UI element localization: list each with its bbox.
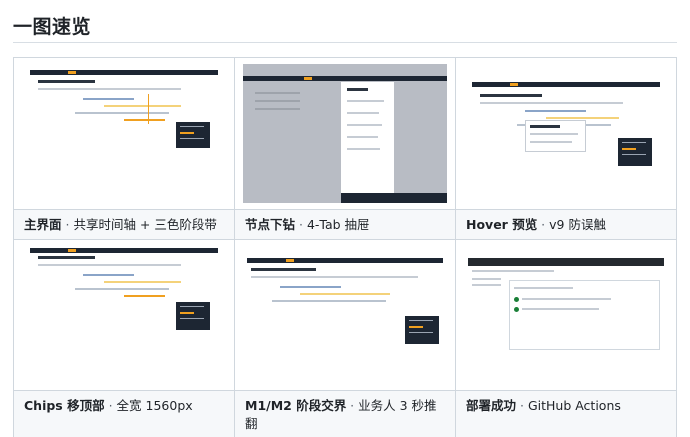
- caption-main-view: 主界面 · 共享时间轴 + 三色阶段带: [13, 209, 235, 240]
- thumbnail-deploy-success-cell: [455, 239, 677, 391]
- caption-hover-preview: Hover 预览 · v9 防误触: [455, 209, 677, 240]
- screenshot-gallery-table: 主界面 · 共享时间轴 + 三色阶段带 节点下钻 · 4-Tab 抽屉 Hove…: [13, 57, 677, 437]
- thumbnail-chips-top[interactable]: [22, 246, 226, 384]
- thumbnail-main-view-cell: [13, 57, 235, 210]
- caption-node-drilldown: 节点下钻 · 4-Tab 抽屉: [234, 209, 456, 240]
- thumb-drawer: [340, 82, 394, 194]
- thumbnail-phase-boundary-cell: [234, 239, 456, 391]
- thumbnail-phase-boundary[interactable]: [243, 246, 447, 384]
- section-heading: 一图速览: [13, 16, 92, 38]
- thumbnail-deploy-success[interactable]: [464, 246, 668, 384]
- thumbnail-main-view[interactable]: [22, 64, 226, 203]
- thumbnail-hover-preview[interactable]: [464, 64, 668, 203]
- thumb-hover-card: [525, 120, 587, 152]
- caption-deploy-success: 部署成功 · GitHub Actions: [455, 390, 677, 437]
- heading-divider: [13, 42, 677, 43]
- caption-chips-top: Chips 移顶部 · 全宽 1560px: [13, 390, 235, 437]
- thumbnail-node-drilldown-cell: [234, 57, 456, 210]
- thumb-topbar: [30, 70, 218, 75]
- thumbnail-node-drilldown[interactable]: [243, 64, 447, 203]
- thumbnail-chips-top-cell: [13, 239, 235, 391]
- caption-phase-boundary: M1/M2 阶段交界 · 业务人 3 秒推翻: [234, 390, 456, 437]
- thumbnail-hover-preview-cell: [455, 57, 677, 210]
